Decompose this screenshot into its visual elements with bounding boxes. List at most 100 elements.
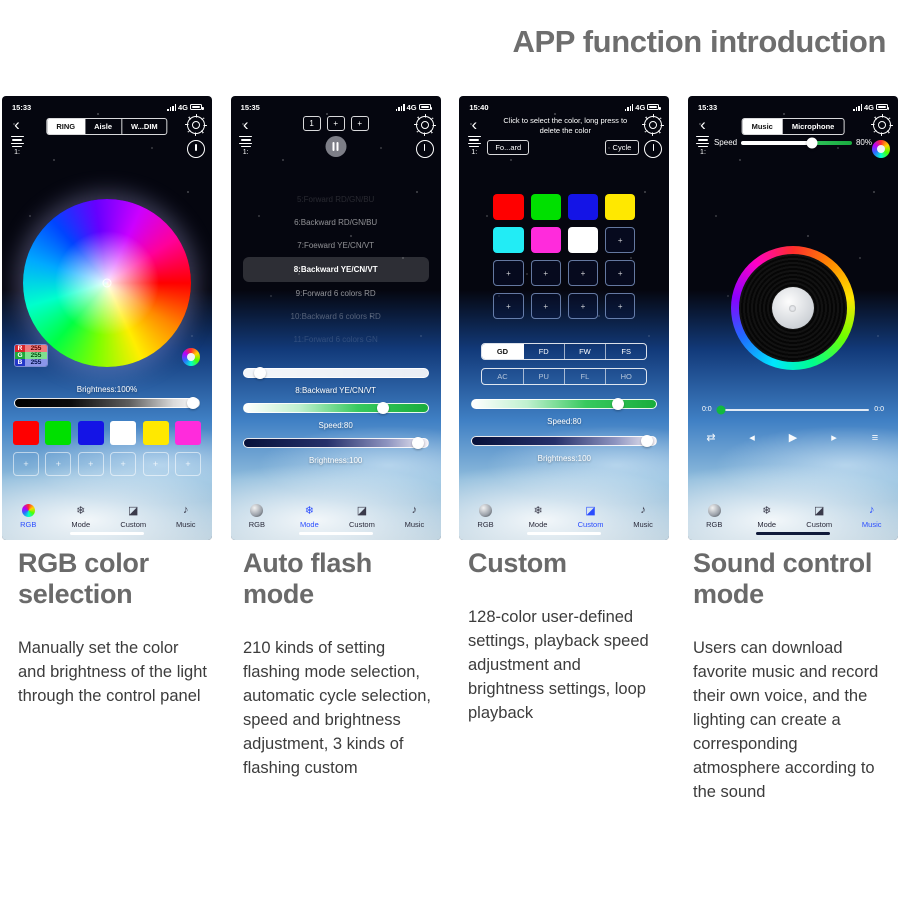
mode-list-item[interactable]: 9:Forward 6 colors RD [231,282,441,305]
source-segmented-control[interactable]: Music Microphone [741,118,845,135]
zone-list-icon[interactable] [237,136,255,148]
swatch-white[interactable] [110,421,137,445]
color-wheel-icon[interactable] [182,348,200,366]
swatch-red[interactable] [13,421,39,445]
color-picker-handle[interactable] [102,278,112,288]
preset-add-2[interactable]: + [350,116,369,131]
speed-slider[interactable] [471,398,658,410]
tab-fl[interactable]: FL [565,369,607,384]
speed-slider-knob[interactable] [377,402,390,414]
brightness-slider[interactable] [471,435,658,447]
back-icon[interactable]: ‹ [465,116,483,133]
tab-fd[interactable]: FD [524,344,565,359]
brightness-slider-knob[interactable] [412,437,425,449]
grid-cell-color[interactable] [567,227,599,253]
mode-list-item[interactable]: 6:Backward RD/GN/BU [231,211,441,234]
preset-add-1[interactable]: + [326,116,345,131]
grid-cell-empty[interactable]: + [530,293,561,319]
tab-ac[interactable]: AC [482,369,524,384]
nav-item-rgb[interactable]: RGB [688,492,741,540]
speed-slider-knob[interactable] [611,398,624,410]
grid-cell-empty[interactable]: + [493,293,524,319]
mode-list-item[interactable]: 5:Forward RD/GN/BU [231,188,441,211]
grid-cell-color[interactable] [567,194,599,220]
swatch-yellow[interactable] [142,421,169,445]
grid-cell-empty[interactable]: + [605,227,636,253]
pause-button[interactable] [325,136,347,157]
grid-cell-color[interactable] [530,194,561,220]
gear-icon[interactable] [415,116,434,134]
grid-cell-empty[interactable]: + [605,293,636,319]
mode-list[interactable]: 5:Forward RD/GN/BU 6:Backward RD/GN/BU 7… [231,188,441,351]
add-color-button[interactable]: + [13,452,39,476]
swatch-green[interactable] [45,421,72,445]
add-color-button[interactable]: + [45,452,72,476]
grid-cell-empty[interactable]: + [605,260,636,286]
nav-item-music[interactable]: ♪ Music [160,492,213,540]
tab-fw[interactable]: FW [565,344,607,359]
brightness-slider-knob[interactable] [641,435,654,447]
segment-ring[interactable]: RING [47,119,86,134]
nav-item-music[interactable]: ♪ Music [388,492,441,540]
add-color-button[interactable]: + [110,452,137,476]
grid-cell-color[interactable] [493,194,524,220]
play-icon[interactable]: ▶ [782,431,804,444]
speed-slider[interactable] [242,402,429,414]
next-icon[interactable]: ▸ [823,431,845,444]
segment-wdim[interactable]: W...DIM [122,119,167,134]
swatch-magenta[interactable] [174,421,201,445]
effect-tabs-row-2[interactable]: AC PU FL HO [481,368,648,385]
back-icon[interactable]: ‹ [694,116,712,133]
track-progress-slider[interactable] [716,405,870,414]
grid-cell-color[interactable] [493,227,524,253]
back-icon[interactable]: ‹ [237,116,255,133]
segment-microphone[interactable]: Microphone [783,119,844,134]
grid-cell-empty[interactable]: + [530,260,561,286]
effect-tabs-row-1[interactable]: GD FD FW FS [481,343,648,360]
brightness-slider[interactable] [242,437,429,449]
tab-gd[interactable]: GD [482,344,524,359]
mode-list-item[interactable]: 11:Forward 6 colors GN [231,328,441,351]
power-icon[interactable] [187,140,205,158]
nav-item-rgb[interactable]: RGB [459,492,512,540]
gear-icon[interactable] [187,116,205,134]
preset-slot-1[interactable]: 1 [302,116,321,131]
gear-icon[interactable] [644,116,663,134]
mode-slider-knob[interactable] [254,367,267,379]
add-color-button[interactable]: + [142,452,169,476]
mode-list-item-selected[interactable]: 8:Backward YE/CN/VT [242,257,429,282]
previous-icon[interactable]: ◂ [741,431,763,444]
brightness-slider-knob[interactable] [187,397,200,409]
gear-icon[interactable] [872,116,891,134]
grid-cell-color[interactable] [530,227,561,253]
grid-cell-empty[interactable]: + [567,293,599,319]
track-progress-knob[interactable] [716,405,726,414]
vinyl-record[interactable] [730,246,855,370]
add-color-button[interactable]: + [174,452,201,476]
segment-aisle[interactable]: Aisle [85,119,123,134]
power-icon[interactable] [415,140,434,158]
brightness-slider[interactable] [14,397,200,409]
segment-music[interactable]: Music [742,119,783,134]
speed-slider[interactable] [741,137,852,148]
mode-list-item[interactable]: 7:Foeward YE/CN/VT [231,234,441,257]
tab-pu[interactable]: PU [524,369,565,384]
playlist-icon[interactable]: ≡ [864,432,886,444]
grid-cell-empty[interactable]: + [567,260,599,286]
shuffle-icon[interactable]: ⇄ [700,431,722,444]
nav-item-rgb[interactable]: RGB [2,492,55,540]
tab-ho[interactable]: HO [606,369,646,384]
zone-list-icon[interactable] [465,136,483,148]
grid-cell-color[interactable] [605,194,636,220]
mode-slider[interactable] [242,367,429,379]
back-icon[interactable]: ‹ [8,116,26,133]
nav-item-rgb[interactable]: RGB [231,492,284,540]
cycle-button[interactable]: Cycle [604,140,640,155]
zone-list-icon[interactable] [8,136,26,148]
nav-item-music[interactable]: ♪ Music [845,492,898,540]
add-color-button[interactable]: + [77,452,104,476]
forward-button[interactable]: Fo...ard [487,140,530,155]
speed-slider-knob[interactable] [806,137,818,148]
nav-item-music[interactable]: ♪ Music [617,492,670,540]
swatch-blue[interactable] [77,421,104,445]
